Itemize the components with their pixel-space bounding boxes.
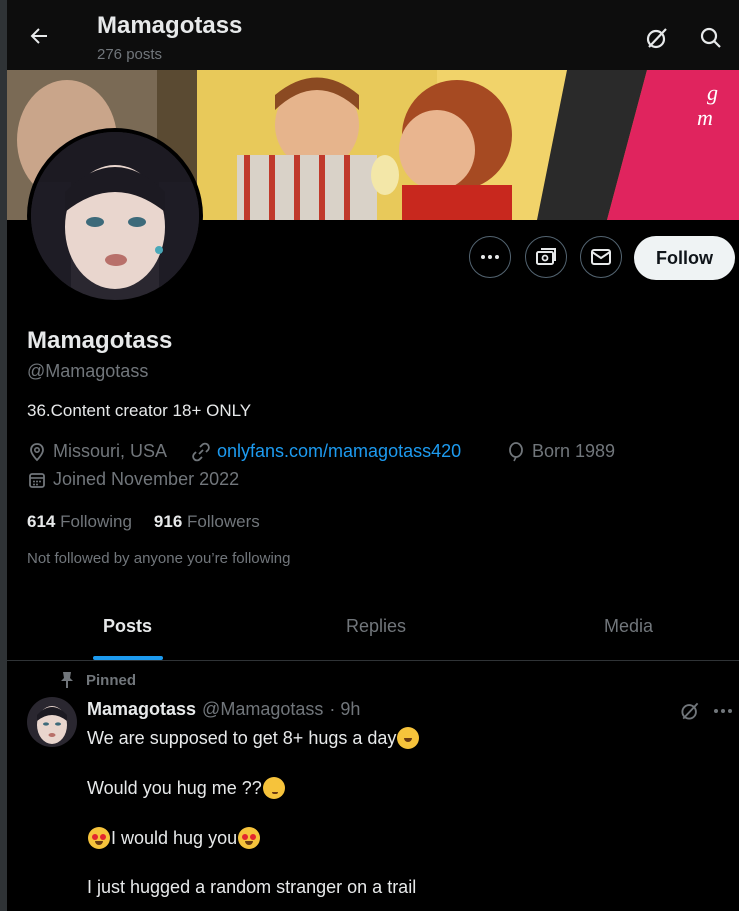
- profile-location: Missouri, USA: [27, 441, 167, 462]
- post-grok-button[interactable]: [678, 699, 702, 723]
- search-icon: [700, 27, 721, 48]
- calendar-icon: [29, 472, 45, 488]
- grok-button[interactable]: [643, 24, 671, 52]
- avatar[interactable]: [31, 132, 199, 300]
- svg-text:g: g: [707, 80, 718, 105]
- message-icon: [591, 249, 611, 265]
- post-text-line-2: Would you hug me ??: [87, 777, 286, 799]
- search-button[interactable]: [697, 24, 725, 52]
- hugging-face-icon: [397, 727, 420, 749]
- header-title: Mamagotass: [97, 12, 243, 39]
- profile-avatar-frame: [27, 128, 203, 304]
- post-more-button[interactable]: [711, 699, 735, 723]
- thinking-face-icon: [262, 777, 285, 799]
- post-header: Mamagotass @Mamagotass · 9h: [87, 699, 360, 720]
- window-frame: [0, 0, 7, 911]
- tab-media[interactable]: Media: [604, 616, 653, 637]
- post-text-1: We are supposed to get 8+ hugs a day: [87, 727, 397, 748]
- subscribe-button[interactable]: [525, 236, 567, 278]
- grok-icon: [681, 702, 699, 720]
- back-arrow-icon: [30, 28, 47, 44]
- location-icon: [30, 442, 44, 461]
- post-avatar[interactable]: [27, 697, 77, 747]
- profile-link[interactable]: onlyfans.com/mamagotass420: [191, 441, 461, 462]
- post-text-3: I would hug you: [111, 827, 238, 848]
- message-button[interactable]: [580, 236, 622, 278]
- post-author-name[interactable]: Mamagotass: [87, 699, 196, 720]
- more-icon: [481, 255, 499, 259]
- heart-eyes-icon: [238, 827, 261, 849]
- post-text-line-1: We are supposed to get 8+ hugs a day: [87, 727, 420, 749]
- profile-joined: Joined November 2022: [27, 469, 239, 490]
- subscribe-icon: [536, 248, 556, 265]
- link-icon: [192, 442, 210, 461]
- heart-eyes-icon: [88, 827, 110, 849]
- follow-button[interactable]: Follow: [634, 236, 735, 280]
- profile-birth: Born 1989: [506, 441, 615, 462]
- birth-text: Born 1989: [532, 441, 616, 461]
- profile-bio: 36.Content creator 18+ ONLY: [27, 401, 252, 420]
- post-text-2: Would you hug me ??: [87, 777, 262, 798]
- more-icon: [714, 709, 732, 713]
- post-text-line-4: I just hugged a random stranger on a tra…: [87, 877, 416, 898]
- joined-text: Joined November 2022: [53, 469, 240, 489]
- profile-display-name: Mamagotass: [27, 327, 173, 354]
- post-text-line-3: I would hug you: [87, 827, 261, 849]
- followers-link[interactable]: 916 Followers: [154, 512, 260, 532]
- pin-icon: [61, 672, 73, 688]
- profile-handle: @Mamagotass: [27, 361, 149, 381]
- pinned-label-row: Pinned: [60, 671, 136, 689]
- pinned-label: Pinned: [86, 671, 137, 689]
- profile-header: Mamagotass 276 posts: [7, 0, 739, 70]
- tab-divider: [7, 660, 739, 661]
- follow-counts: 614 Following 916 Followers: [27, 512, 260, 532]
- following-label: Following: [60, 512, 132, 531]
- followers-count: 916: [153, 512, 183, 531]
- tab-posts[interactable]: Posts: [103, 616, 152, 637]
- following-link[interactable]: 614 Following: [27, 512, 132, 532]
- header-post-count: 276 posts: [97, 46, 163, 63]
- grok-icon: [646, 28, 667, 49]
- not-followed-notice: Not followed by anyone you’re following: [27, 550, 291, 567]
- profile-link-text[interactable]: onlyfans.com/mamagotass420: [217, 441, 461, 462]
- followers-label: Followers: [187, 512, 260, 531]
- location-text: Missouri, USA: [53, 441, 168, 461]
- tab-replies[interactable]: Replies: [346, 616, 406, 637]
- balloon-icon: [509, 441, 523, 461]
- svg-text:m: m: [697, 105, 713, 130]
- following-count: 614: [27, 512, 56, 531]
- post-time[interactable]: · 9h: [329, 699, 360, 720]
- post-author-handle[interactable]: @Mamagotass: [202, 699, 323, 720]
- post-text-4: I just hugged a random stranger on a tra…: [87, 877, 417, 897]
- more-button[interactable]: [469, 236, 511, 278]
- back-button[interactable]: [25, 22, 53, 50]
